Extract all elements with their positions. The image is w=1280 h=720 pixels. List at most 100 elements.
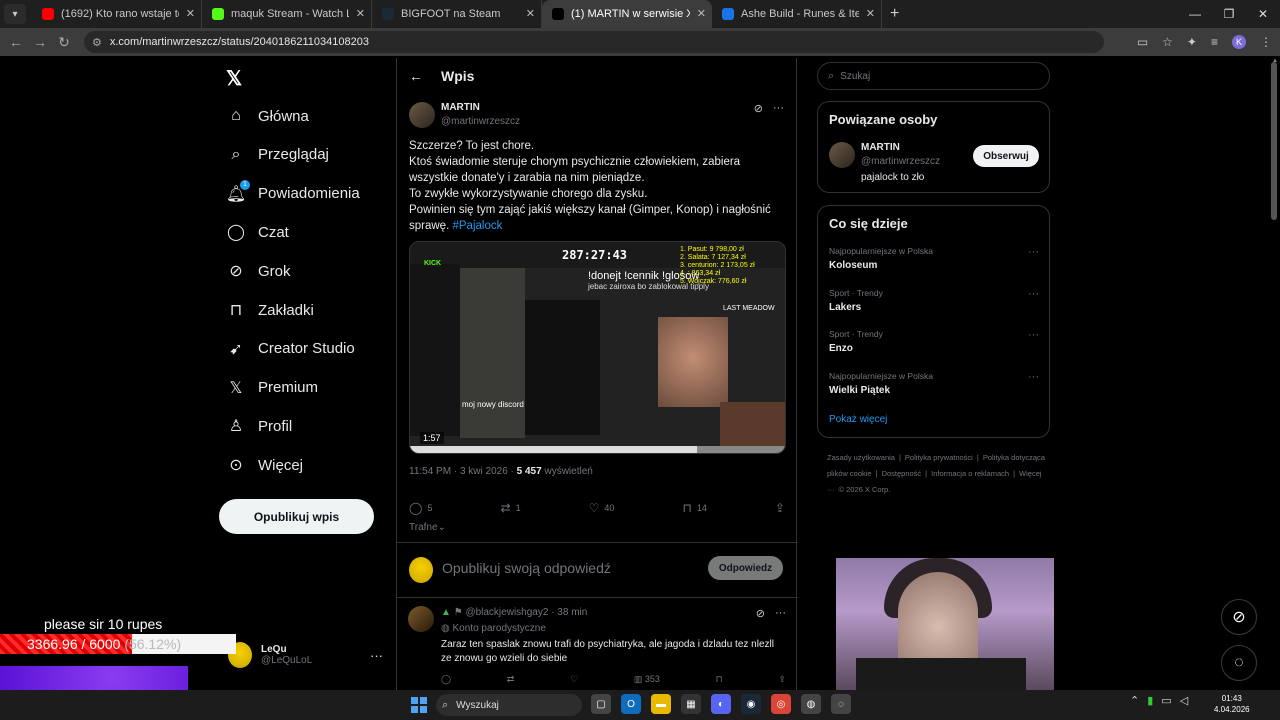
footer-link[interactable]: Informacja o reklamach [931,469,1009,478]
mic-icon[interactable]: ▮ [1147,694,1153,707]
volume-icon[interactable]: ◁ [1180,694,1188,707]
forward-icon[interactable]: → [28,34,52,50]
more-options-icon[interactable]: ··· [773,102,784,115]
scrollbar[interactable] [1271,62,1277,220]
author-avatar[interactable] [409,102,435,128]
cast-icon[interactable]: ▭ [1137,35,1148,49]
like-button[interactable]: ♡ 40 [589,501,615,515]
close-tab-icon[interactable]: ✕ [186,7,195,20]
profile-avatar[interactable]: K [1232,35,1246,49]
reply-submit-button[interactable]: Odpowiedz [708,556,783,580]
app-icon[interactable]: ◌ [831,694,851,714]
browser-tab[interactable]: (1) MARTIN w serwisie X: „Szcze ✕ [542,0,712,28]
folder-icon[interactable]: ▬ [651,694,671,714]
more-options-icon[interactable]: ··· [1028,371,1039,383]
share-icon[interactable]: ⇪ [778,674,786,685]
more-options-icon[interactable]: ··· [775,607,786,620]
more-options-icon[interactable]: ··· [370,648,383,663]
steam-icon[interactable]: ◉ [741,694,761,714]
chrome-icon[interactable]: ◎ [771,694,791,714]
more-options-icon[interactable]: ··· [1028,246,1039,258]
tab-search-button[interactable]: ▾ [4,4,26,24]
trend-item[interactable]: Sport · Trendy Enzo ··· [829,329,1039,354]
close-tab-icon[interactable]: ✕ [697,7,706,20]
menu-icon[interactable]: ⋮ [1260,35,1272,49]
repost-button[interactable]: ⇄ 1 [501,501,521,515]
chat-fab-button[interactable]: ◌ [1221,645,1257,681]
repost-icon[interactable]: ⇄ [507,674,515,685]
network-icon[interactable]: ▭ [1161,694,1171,707]
sidebar-item-more-circle[interactable]: ⊙ Więcej [226,453,303,477]
footer-link[interactable]: Dostępność [882,469,922,478]
discord-icon[interactable]: ◐ [711,694,731,714]
browser-tab[interactable]: BIGFOOT na Steam ✕ [372,0,542,28]
video-progress-bar[interactable] [410,446,785,453]
sidebar-item-bell[interactable]: 🔔︎ 1 Powiadomienia [226,179,360,206]
bookmark-icon[interactable]: ⊓ [716,674,723,685]
sidebar-item-search[interactable]: ⌕ Przeglądaj [226,143,329,167]
reply-input[interactable]: Opublikuj swoją odpowiedź [442,560,611,576]
bookmark-button[interactable]: ⊓ 14 [682,501,706,515]
footer-link[interactable]: © 2026 X Corp. [839,485,891,494]
outlook-icon[interactable]: O [621,694,641,714]
follow-button[interactable]: Obserwuj [973,145,1039,167]
reading-list-icon[interactable]: ≡ [1211,35,1218,49]
trend-item[interactable]: Sport · Trendy Lakers ··· [829,288,1039,313]
commenter-avatar[interactable] [408,606,434,632]
windows-start-icon[interactable] [411,697,427,713]
back-arrow-icon[interactable]: ← [409,68,423,84]
reply-button[interactable]: ◯ 5 [409,501,432,515]
x-logo-icon[interactable]: 𝕏 [226,66,242,91]
sidebar-item-x[interactable]: 𝕏 Premium [226,376,318,400]
sidebar-item-chat[interactable]: ◯ Czat [226,220,289,244]
views-stat[interactable]: ▥ 353 [634,674,660,685]
share-button[interactable]: ⇪ [775,501,785,515]
reload-icon[interactable]: ↻ [52,34,76,51]
account-switcher[interactable]: LeQu @LeQuLoL ··· [228,642,383,668]
close-tab-icon[interactable]: ✕ [526,7,535,20]
publish-post-button[interactable]: Opublikuj wpis [219,499,374,534]
sidebar-item-person[interactable]: ♙ Profil [226,414,292,438]
minimize-button[interactable]: — [1178,0,1212,28]
footer-link[interactable]: Zasady użytkowania [827,453,895,462]
browser-tab[interactable]: maquk Stream - Watch Live on ✕ [202,0,372,28]
more-options-icon[interactable]: ··· [1028,329,1039,341]
trend-item[interactable]: Najpopularniejsze w Polska Wielki Piątek ·… [829,371,1039,396]
task-view-icon[interactable]: ▢ [591,694,611,714]
grok-fab-button[interactable]: ⊘ [1221,599,1257,635]
browser-tab[interactable]: Ashe Build - Runes & Items Pa ✕ [712,0,882,28]
commenter-handle[interactable]: @blackjewishgay2 [465,607,548,618]
sidebar-item-bookmark[interactable]: ⊓ Zakładki [226,298,314,322]
related-name[interactable]: MARTIN [861,142,900,153]
close-tab-icon[interactable]: ✕ [866,7,875,20]
reply-icon[interactable]: ◯ [441,674,451,685]
chevron-up-icon[interactable]: ⌃ [1130,694,1139,707]
sidebar-item-home[interactable]: ⌂ Główna [226,104,309,128]
sidebar-item-rocket[interactable]: ➹ Creator Studio [226,337,354,361]
avatar[interactable] [829,142,855,168]
app-icon[interactable]: ◍ [801,694,821,714]
taskbar-search[interactable]: ⌕ Wyszukaj [436,694,582,716]
bookmark-star-icon[interactable]: ☆ [1162,35,1173,49]
sort-dropdown[interactable]: Trafne⌄ [409,522,446,533]
show-more-link[interactable]: Pokaż więcej [829,414,887,425]
store-icon[interactable]: ▦ [681,694,701,714]
author-name[interactable]: MARTIN [441,102,480,113]
extensions-icon[interactable]: ✦ [1187,35,1197,49]
close-tab-icon[interactable]: ✕ [356,7,365,20]
more-options-icon[interactable]: ··· [1028,288,1039,300]
close-window-button[interactable]: ✕ [1246,0,1280,28]
video-player[interactable]: KICK 287:27:43 !donejt !cennik !glosow j… [409,241,786,454]
back-icon[interactable]: ← [4,34,28,50]
sidebar-item-grok[interactable]: ⊘ Grok [226,259,290,283]
grok-icon[interactable]: ⊘ [756,607,765,620]
related-handle[interactable]: @martinwrzeszcz [861,156,940,167]
search-input[interactable]: ⌕ Szukaj [817,62,1050,90]
maximize-button[interactable]: ❐ [1212,0,1246,28]
hashtag-link[interactable]: #Pajalock [452,220,502,232]
new-tab-button[interactable]: + [890,5,899,23]
heart-icon[interactable]: ♡ [570,674,578,685]
footer-link[interactable]: Polityka prywatności [905,453,973,462]
browser-tab[interactable]: (1692) Kto rano wstaje ten ZARA ✕ [32,0,202,28]
site-settings-icon[interactable]: ⚙ [92,36,102,49]
